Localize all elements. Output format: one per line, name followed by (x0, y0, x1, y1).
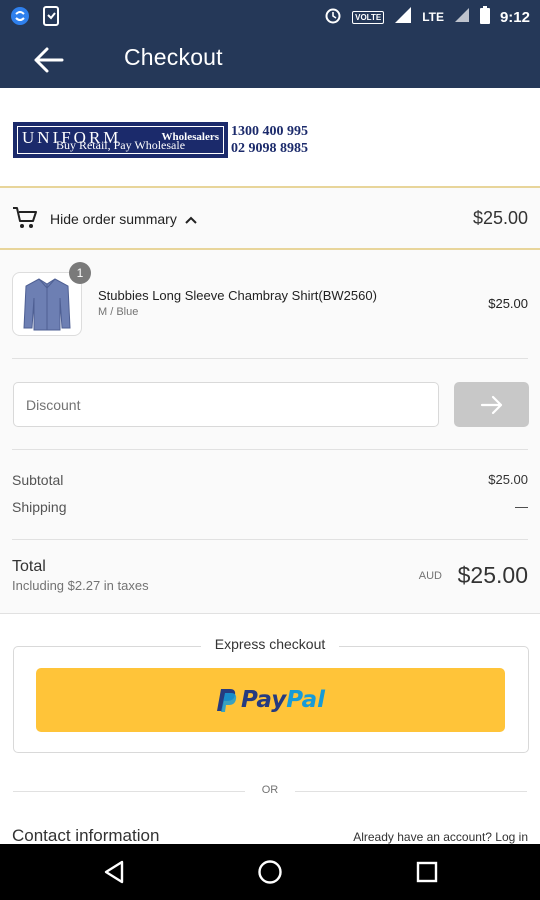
divider (12, 449, 528, 450)
app-bar: Checkout (0, 32, 540, 88)
product-thumbnail (12, 272, 82, 336)
apply-discount-button[interactable] (454, 382, 529, 427)
status-bar: VOLTE LTE 9:12 (0, 0, 540, 32)
square-recents-icon (416, 861, 438, 883)
status-notifications (10, 6, 60, 31)
network-type: LTE (422, 10, 444, 24)
volte-badge: VOLTE (352, 10, 385, 24)
express-checkout-title: Express checkout (0, 636, 540, 654)
subtotal-label: Subtotal (12, 472, 64, 488)
divider (12, 539, 528, 540)
sync-app-icon (10, 6, 30, 31)
or-separator: OR (13, 783, 527, 799)
store-phones: 1300 400 995 02 9098 8985 (231, 123, 308, 157)
shirt-image (23, 278, 71, 331)
triangle-back-icon (104, 860, 124, 884)
document-notification-icon (42, 6, 60, 31)
signal-secondary-icon (454, 7, 470, 27)
total-amount: $25.00 (457, 562, 528, 588)
shipping-row: Shipping — (12, 499, 528, 515)
product-variant: M / Blue (98, 306, 139, 318)
paypal-pay: Pay (241, 687, 287, 713)
total-taxes: Including $2.27 in taxes (12, 578, 149, 593)
order-summary-total: $25.00 (472, 208, 528, 228)
total-label: Total (12, 558, 46, 575)
nav-recents-button[interactable] (413, 858, 441, 886)
circle-home-icon (258, 860, 282, 884)
paypal-wordmark: PayPal (241, 687, 325, 713)
order-summary-toggle[interactable]: Hide order summary $25.00 (0, 186, 540, 250)
arrow-right-icon (480, 395, 502, 414)
chevron-up-icon (185, 211, 197, 227)
clock: 9:12 (499, 8, 530, 26)
status-system: VOLTE LTE 9:12 (324, 6, 530, 28)
arrow-left-icon (34, 47, 64, 73)
alarm-icon (324, 6, 342, 28)
nav-back-button[interactable] (100, 858, 128, 886)
contact-information-section: Contact information Already have an acco… (12, 822, 528, 844)
total-currency: AUD (418, 570, 442, 582)
express-checkout-title-text: Express checkout (200, 636, 340, 652)
subtotal-row: Subtotal $25.00 (12, 472, 528, 488)
or-line-right (295, 791, 527, 792)
logo-frame: UNIFORM Wholesalers Buy Retail, Pay Whol… (17, 126, 224, 154)
paypal-logo-icon (217, 689, 237, 712)
toggle-label-text: Hide order summary (50, 211, 177, 227)
phone-number-1: 1300 400 995 (231, 124, 308, 139)
login-link[interactable]: Already have an account? Log in (353, 830, 528, 844)
nav-home-button[interactable] (256, 858, 284, 886)
paypal-pal: Pal (286, 687, 325, 713)
subtotal-value: $25.00 (488, 472, 528, 487)
store-header: UNIFORM Wholesalers Buy Retail, Pay Whol… (0, 88, 540, 186)
product-name: Stubbies Long Sleeve Chambray Shirt(BW25… (98, 288, 377, 303)
page-title: Checkout (124, 44, 223, 70)
contact-information-title: Contact information (12, 826, 160, 844)
battery-icon (479, 6, 490, 28)
discount-input[interactable] (13, 382, 439, 427)
back-button[interactable] (28, 42, 68, 78)
signal-icon (394, 6, 412, 28)
or-text: OR (261, 784, 279, 796)
phone-number-2: 02 9098 8985 (231, 141, 308, 156)
system-nav-bar (0, 844, 540, 900)
logo-tagline: Buy Retail, Pay Wholesale (55, 138, 186, 152)
cart-icon (12, 206, 38, 235)
quantity-badge: 1 (69, 262, 91, 284)
order-summary: 1 Stubbies Long Sleeve Chambray Shirt(BW… (0, 250, 540, 614)
shipping-value: — (515, 499, 528, 514)
order-summary-toggle-label: Hide order summary (50, 211, 197, 227)
shipping-label: Shipping (12, 499, 67, 515)
divider (12, 358, 528, 359)
store-logo[interactable]: UNIFORM Wholesalers Buy Retail, Pay Whol… (13, 122, 228, 158)
paypal-button[interactable]: PayPal (36, 668, 505, 732)
line-item: 1 Stubbies Long Sleeve Chambray Shirt(BW… (12, 262, 528, 340)
product-price: $25.00 (488, 296, 528, 311)
